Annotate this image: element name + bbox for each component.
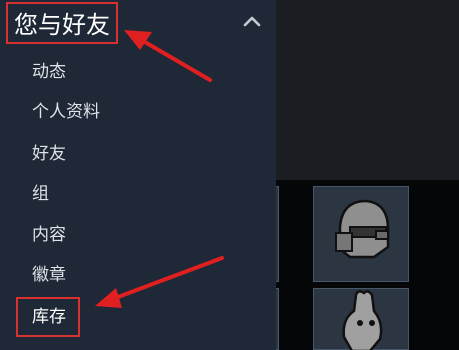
app-window: 您与好友 动态 个人资料 好友 组 内容 徽章 库存 [0, 0, 459, 350]
menu-item-groups[interactable]: 组 [32, 179, 49, 209]
menu-item-friends[interactable]: 好友 [32, 139, 66, 169]
creature-head-icon [342, 290, 383, 350]
chevron-up-icon[interactable] [242, 12, 262, 32]
menu-item-content[interactable]: 内容 [32, 220, 66, 250]
menu-item-badges[interactable]: 徽章 [32, 260, 66, 290]
menu-header[interactable]: 您与好友 [6, 2, 270, 46]
menu-item-profile[interactable]: 个人资料 [32, 97, 100, 127]
menu-item-inventory[interactable]: 库存 [16, 297, 80, 337]
knight-helmet-icon [335, 199, 390, 259]
menu-title[interactable]: 您与好友 [6, 2, 118, 44]
user-dropdown-menu: 您与好友 动态 个人资料 好友 组 内容 徽章 库存 [0, 0, 276, 350]
menu-item-activity[interactable]: 动态 [32, 57, 66, 87]
inventory-tile[interactable] [313, 186, 409, 282]
inventory-tile[interactable] [313, 288, 409, 350]
